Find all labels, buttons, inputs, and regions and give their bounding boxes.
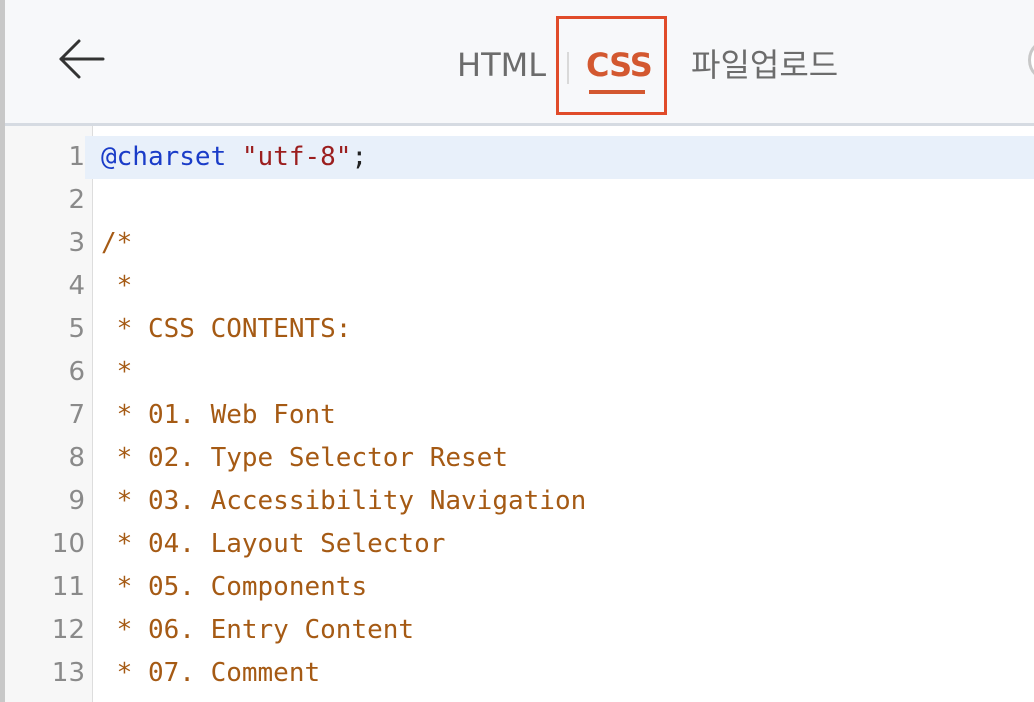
code-line[interactable]: 10 * 04. Layout Selector (5, 523, 1034, 566)
back-button[interactable] (57, 34, 109, 84)
punctuation-token: ; (351, 142, 368, 172)
code-line[interactable]: 11 * 05. Components (5, 566, 1034, 609)
line-number: 7 (68, 400, 85, 430)
code-line[interactable]: 4 * (5, 265, 1034, 308)
at-rule-token: @charset (101, 142, 227, 172)
code-line[interactable]: 6 * (5, 351, 1034, 394)
string-token: "utf-8" (241, 142, 352, 172)
code-line[interactable]: 12 * 06. Entry Content (5, 609, 1034, 652)
code-line[interactable]: 8 * 02. Type Selector Reset (5, 437, 1034, 480)
line-number: 5 (68, 314, 85, 344)
code-line[interactable]: 2 (5, 179, 1034, 222)
editor-header: HTML CSS 파일업로드 (5, 0, 1034, 126)
code-editor[interactable]: 1 @charset "utf-8"; 2 3 /* 4 * 5 * CSS C… (5, 126, 1034, 702)
line-number: 8 (68, 443, 85, 473)
code-line[interactable]: 5 * CSS CONTENTS: (5, 308, 1034, 351)
line-number: 1 (5, 136, 85, 179)
line-code: * 03. Accessibility Navigation (101, 486, 587, 516)
line-code: * (101, 271, 133, 301)
line-code: * 04. Layout Selector (101, 529, 446, 559)
line-number: 6 (68, 357, 85, 387)
line-code: * 06. Entry Content (101, 615, 415, 645)
line-code: /* (101, 228, 133, 258)
line-code: @charset "utf-8"; (101, 136, 367, 179)
tab-html[interactable]: HTML (457, 40, 546, 90)
line-code: * 07. Comment (101, 658, 321, 688)
code-line[interactable]: 1 @charset "utf-8"; (5, 136, 1034, 179)
line-number: 11 (51, 572, 85, 602)
line-number: 2 (68, 185, 85, 215)
line-number: 13 (51, 658, 85, 688)
line-code: * 02. Type Selector Reset (101, 443, 508, 473)
back-arrow-icon (59, 39, 105, 79)
line-code: * 01. Web Font (101, 400, 336, 430)
line-code: * CSS CONTENTS: (101, 314, 352, 344)
line-code: * 05. Components (101, 572, 368, 602)
circle-button[interactable] (1028, 38, 1034, 82)
code-line[interactable]: 9 * 03. Accessibility Navigation (5, 480, 1034, 523)
code-line[interactable]: 7 * 01. Web Font (5, 394, 1034, 437)
tab-file-upload[interactable]: 파일업로드 (691, 40, 838, 90)
css-tab-highlight (556, 16, 667, 115)
line-code: * (101, 357, 133, 387)
code-line[interactable]: 3 /* (5, 222, 1034, 265)
line-number: 4 (68, 271, 85, 301)
line-number: 9 (68, 486, 85, 516)
line-number: 12 (51, 615, 85, 645)
line-number: 10 (51, 529, 85, 559)
code-line[interactable]: 13 * 07. Comment (5, 652, 1034, 695)
line-number: 3 (68, 228, 85, 258)
